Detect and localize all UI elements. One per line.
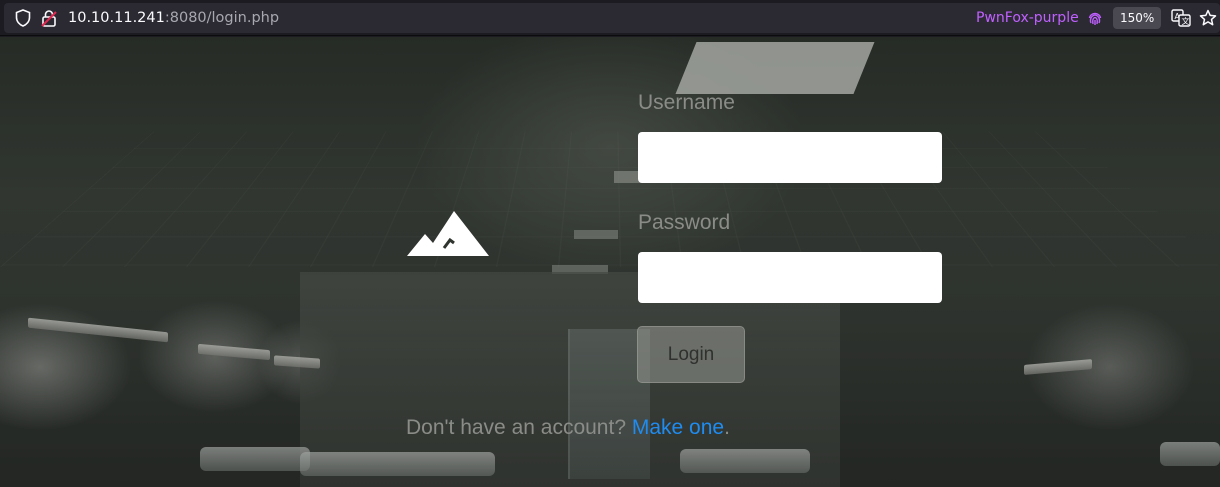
make-account-link[interactable]: Make one <box>632 416 724 439</box>
username-input[interactable] <box>638 132 942 183</box>
zoom-level[interactable]: 150% <box>1113 7 1162 29</box>
browser-toolbar: 10.10.11.241:8080/login.php PwnFox-purpl… <box>0 0 1220 36</box>
translate-icon[interactable]: A文 <box>1170 3 1192 33</box>
url-path: :8080/login.php <box>164 10 280 26</box>
svg-text:文: 文 <box>1182 16 1190 26</box>
address-bar[interactable]: 10.10.11.241:8080/login.php PwnFox-purpl… <box>4 3 1220 33</box>
login-button[interactable]: Login <box>637 326 745 383</box>
shield-icon[interactable] <box>14 3 32 33</box>
signup-prompt-text: Don't have an account? <box>406 416 632 439</box>
lock-warning-icon[interactable] <box>40 3 58 33</box>
login-page: Username Password Login Don't have an ac… <box>0 37 1220 487</box>
password-label: Password <box>638 211 731 234</box>
password-input[interactable] <box>638 252 942 303</box>
url-text[interactable]: 10.10.11.241:8080/login.php <box>68 3 279 33</box>
mountain-icon <box>407 211 489 256</box>
fingerprint-icon[interactable] <box>1087 3 1103 33</box>
username-label: Username <box>638 91 735 114</box>
star-icon[interactable] <box>1198 3 1218 33</box>
signup-prompt: Don't have an account? Make one. <box>406 416 730 440</box>
container-label[interactable]: PwnFox-purple <box>976 3 1079 33</box>
signup-prompt-end: . <box>724 416 730 439</box>
url-host: 10.10.11.241 <box>68 10 165 26</box>
